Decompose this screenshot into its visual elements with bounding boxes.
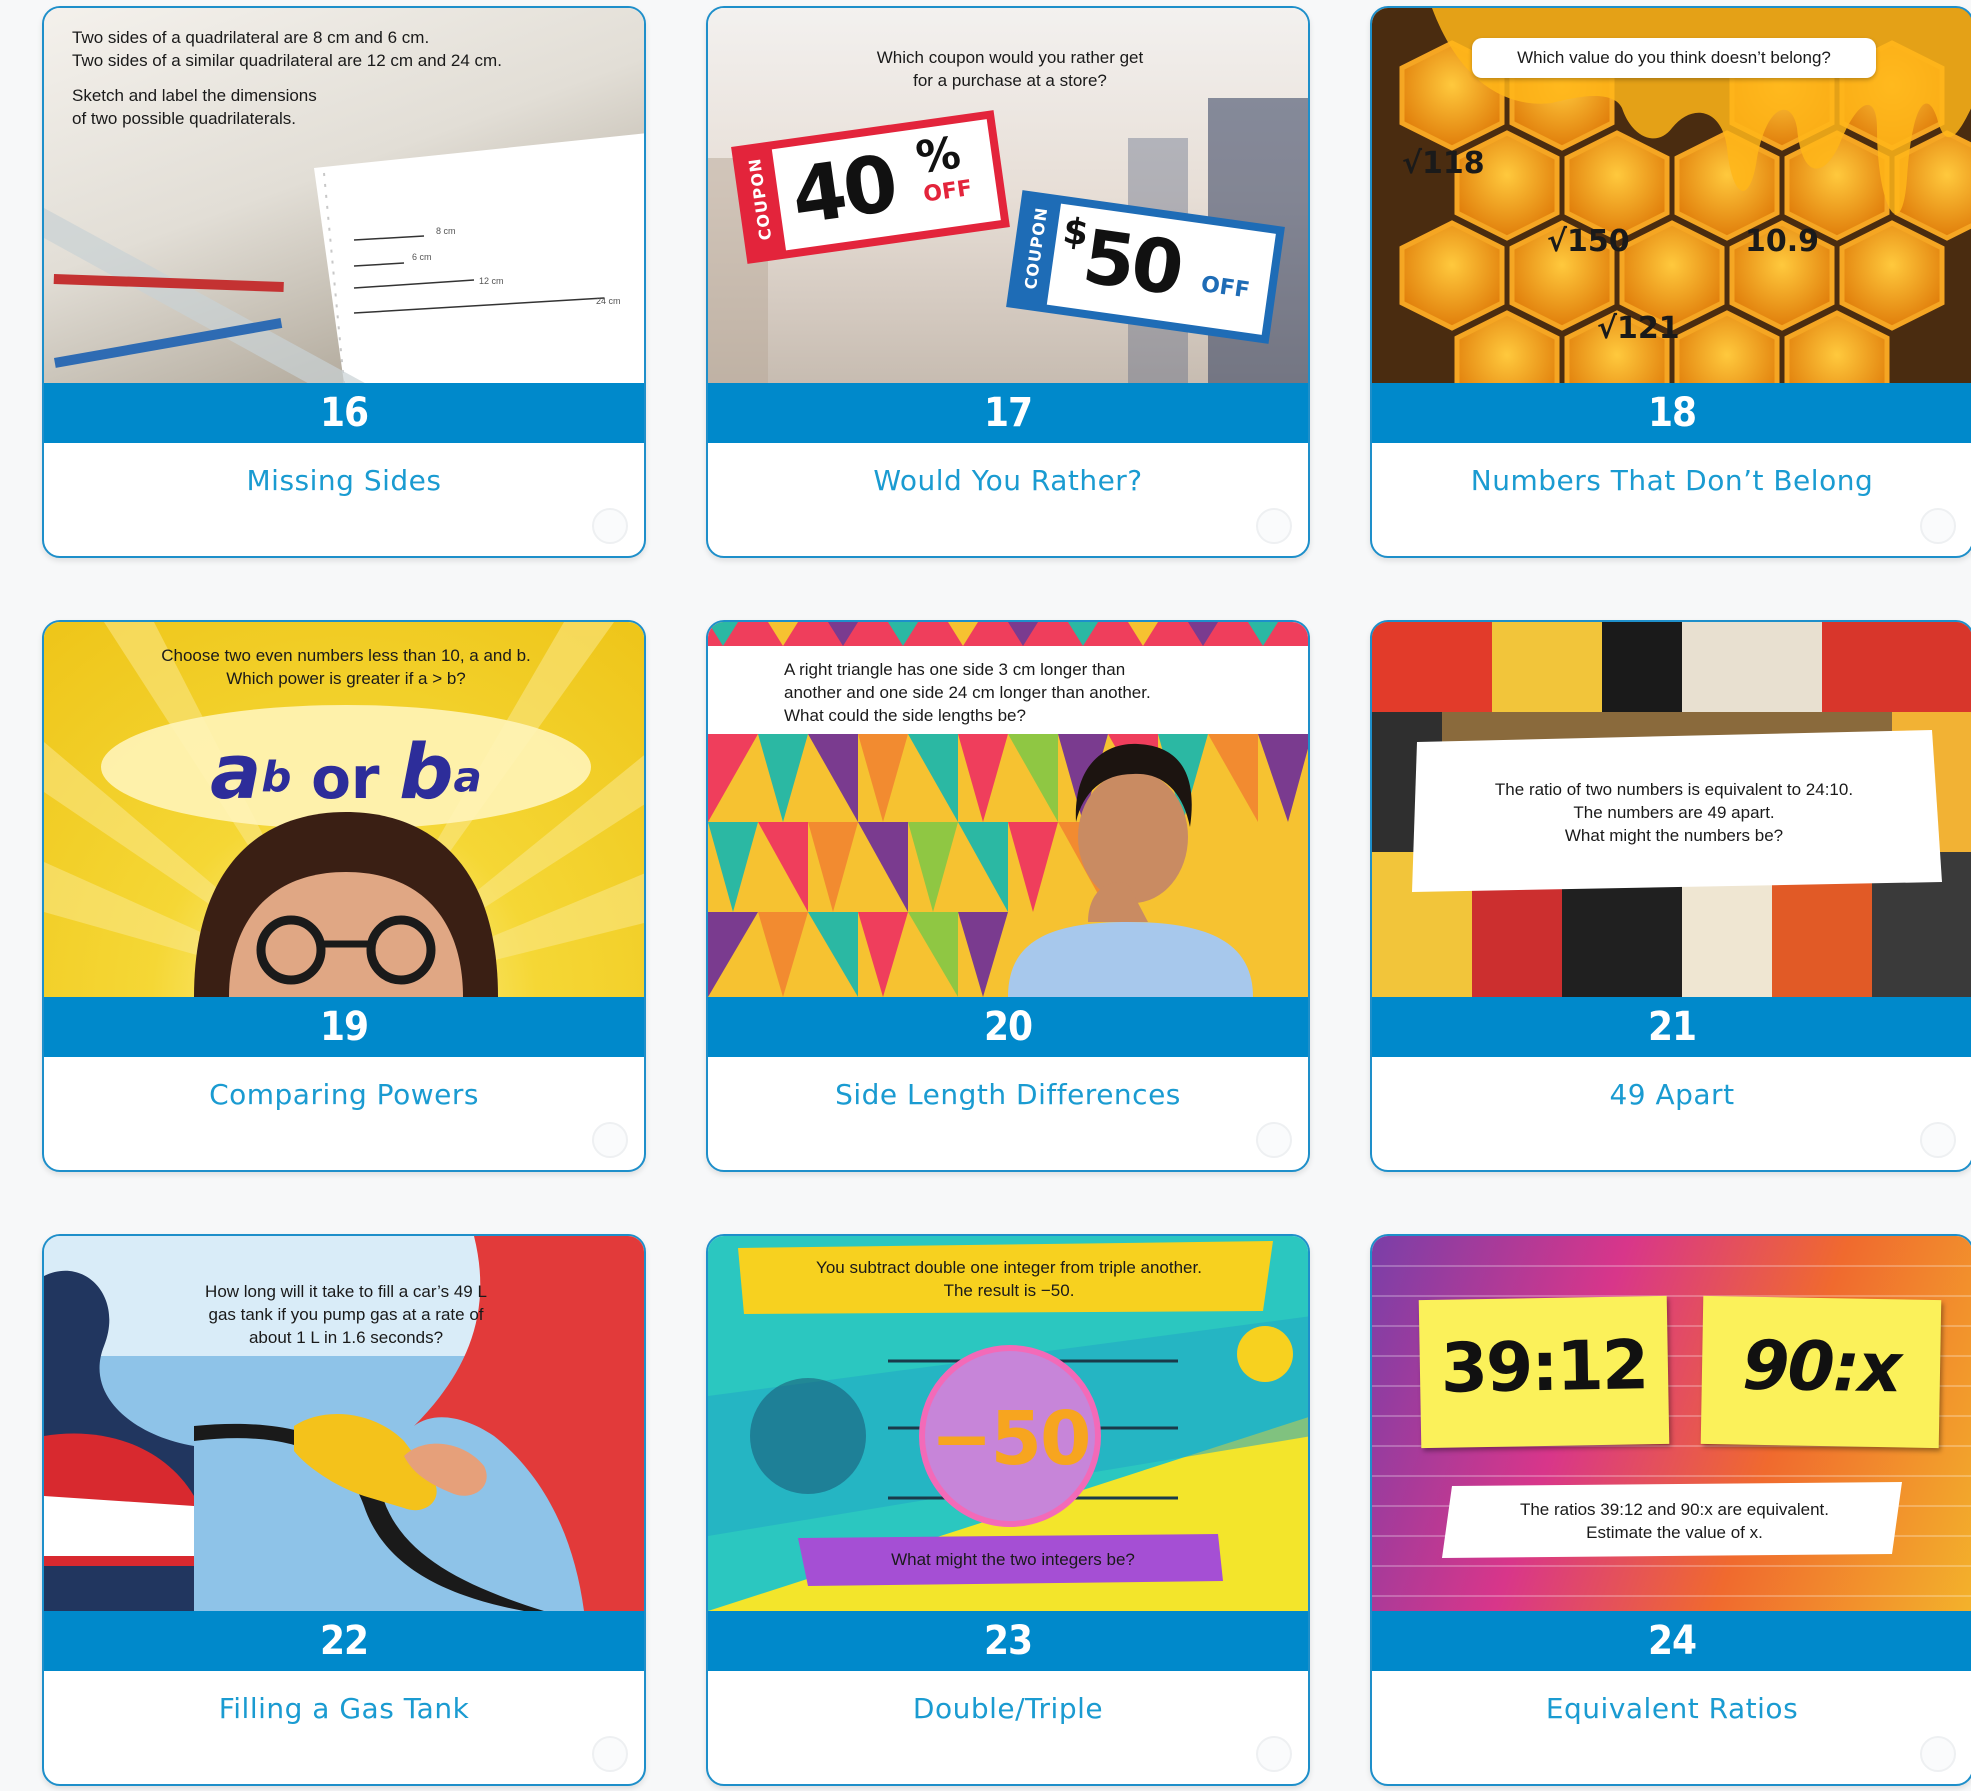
- ratio-b-text: 90:x: [1741, 1326, 1901, 1409]
- value-sqrt-150: √150: [1547, 224, 1630, 259]
- card-title[interactable]: Equivalent Ratios: [1372, 1671, 1971, 1746]
- card-title[interactable]: Double/Triple: [708, 1671, 1308, 1746]
- card-number: 20: [708, 997, 1308, 1057]
- completion-circle-icon: [592, 1736, 628, 1772]
- card-thumbnail: You subtract double one integer from tri…: [708, 1236, 1308, 1611]
- card-number: 17: [708, 383, 1308, 443]
- activity-card-20[interactable]: A right triangle has one side 3 cm longe…: [706, 620, 1310, 1172]
- sketch-label: 12 cm: [479, 276, 504, 286]
- completion-circle-icon: [592, 508, 628, 544]
- card-title[interactable]: Side Length Differences: [708, 1057, 1308, 1132]
- card-title[interactable]: Comparing Powers: [44, 1057, 644, 1132]
- prompt-text: Which coupon would you rather get for a …: [876, 48, 1144, 90]
- activity-card-24[interactable]: 39:12 90:x The ratios 39:12 and 90:x are…: [1370, 1234, 1971, 1786]
- completion-circle-icon: [1920, 508, 1956, 544]
- coupon-tag: COUPON: [744, 156, 776, 242]
- card-title[interactable]: Missing Sides: [44, 443, 644, 518]
- card-number: 16: [44, 383, 644, 443]
- card-number: 22: [44, 1611, 644, 1671]
- prompt-text: The ratio of two numbers is equivalent t…: [1494, 780, 1854, 845]
- completion-circle-icon: [1920, 1122, 1956, 1158]
- card-thumbnail: 8 cm 6 cm 12 cm 24 cm Two sides of a qua…: [44, 8, 644, 383]
- activity-card-23[interactable]: You subtract double one integer from tri…: [706, 1234, 1310, 1786]
- ratio-a-text: 39:12: [1440, 1326, 1648, 1409]
- card-thumbnail: Which value do you think doesn’t belong?…: [1372, 8, 1971, 383]
- value-sqrt-121: √121: [1597, 311, 1680, 346]
- completion-circle-icon: [1256, 1736, 1292, 1772]
- card-title[interactable]: Filling a Gas Tank: [44, 1671, 644, 1746]
- value-sqrt-118: √118: [1402, 146, 1485, 181]
- sketch-label: 6 cm: [412, 252, 432, 262]
- card-thumbnail: 39:12 90:x The ratios 39:12 and 90:x are…: [1372, 1236, 1971, 1611]
- coupon-value: 40: [786, 139, 901, 243]
- ratio-note-a: 39:12: [1418, 1295, 1670, 1449]
- card-title[interactable]: 49 Apart: [1372, 1057, 1971, 1132]
- prompt-text: A right triangle has one side 3 cm longe…: [784, 660, 1151, 725]
- sketch-label: 8 cm: [436, 226, 456, 236]
- card-thumbnail: How long will it take to fill a car’s 49…: [44, 1236, 644, 1611]
- completion-circle-icon: [1920, 1736, 1956, 1772]
- completion-circle-icon: [1256, 1122, 1292, 1158]
- coupon-unit: %: [912, 127, 964, 185]
- completion-circle-icon: [1256, 508, 1292, 544]
- card-number: 24: [1372, 1611, 1971, 1671]
- prompt-text: You subtract double one integer from tri…: [816, 1258, 1202, 1300]
- coupon-value: 50: [1077, 213, 1186, 313]
- activity-card-16[interactable]: 8 cm 6 cm 12 cm 24 cm Two sides of a qua…: [42, 6, 646, 558]
- prompt-text: Two sides of a quadrilateral are 8 cm an…: [72, 28, 502, 128]
- coupon-off: OFF: [921, 176, 974, 208]
- card-thumbnail: Choose two even numbers less than 10, a …: [44, 622, 644, 997]
- value-10-9: 10.9: [1745, 224, 1820, 259]
- activity-card-19[interactable]: Choose two even numbers less than 10, a …: [42, 620, 646, 1172]
- prompt-text: The ratios 39:12 and 90:x are equivalent…: [1519, 1500, 1830, 1542]
- activity-card-22[interactable]: How long will it take to fill a car’s 49…: [42, 1234, 646, 1786]
- prompt-text: How long will it take to fill a car’s 49…: [205, 1282, 487, 1347]
- question-text: What might the two integers be?: [891, 1550, 1135, 1569]
- card-number: 23: [708, 1611, 1308, 1671]
- power-expression: ab or ba: [210, 727, 482, 816]
- completion-circle-icon: [592, 1122, 628, 1158]
- sketch-label: 24 cm: [596, 296, 621, 306]
- card-thumbnail: A right triangle has one side 3 cm longe…: [708, 622, 1308, 997]
- card-thumbnail: Which coupon would you rather get for a …: [708, 8, 1308, 383]
- activity-card-17[interactable]: Which coupon would you rather get for a …: [706, 6, 1310, 558]
- ratio-note-b: 90:x: [1700, 1295, 1942, 1449]
- prompt-text: Choose two even numbers less than 10, a …: [161, 646, 531, 688]
- card-thumbnail: The ratio of two numbers is equivalent t…: [1372, 622, 1971, 997]
- activity-card-21[interactable]: The ratio of two numbers is equivalent t…: [1370, 620, 1971, 1172]
- activity-card-18[interactable]: Which value do you think doesn’t belong?…: [1370, 6, 1971, 558]
- card-number: 21: [1372, 997, 1971, 1057]
- card-number: 18: [1372, 383, 1971, 443]
- coupon-off: OFF: [1199, 272, 1252, 304]
- result-value: −50: [930, 1396, 1092, 1482]
- card-title[interactable]: Numbers That Don’t Belong: [1372, 443, 1971, 518]
- prompt-text: Which value do you think doesn’t belong?: [1517, 48, 1831, 67]
- coupon-tag: COUPON: [1020, 205, 1052, 291]
- card-title[interactable]: Would You Rather?: [708, 443, 1308, 518]
- card-number: 19: [44, 997, 644, 1057]
- prompt-bubble: Which value do you think doesn’t belong?: [1472, 38, 1876, 78]
